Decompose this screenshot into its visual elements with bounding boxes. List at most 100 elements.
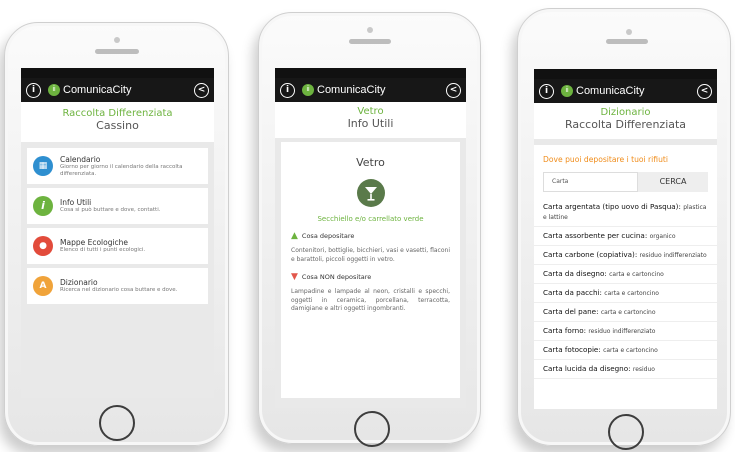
earpiece-speaker	[606, 39, 648, 44]
menu-item-mappe-ecologiche[interactable]: ● Mappe Ecologiche Elenco di tutti i pun…	[27, 228, 208, 264]
back-button[interactable]: <	[697, 83, 712, 99]
ok-text: Contenitori, bottiglie, bicchieri, vasi …	[291, 247, 450, 263]
earpiece-speaker	[349, 39, 391, 44]
list-item[interactable]: Carta carbone (copiativa): residuo indif…	[534, 246, 717, 265]
back-button[interactable]: <	[446, 82, 461, 98]
search-input[interactable]: Carta	[543, 172, 638, 192]
menu-item-info-utili[interactable]: i Info Utili Cosa si può buttare e dove,…	[27, 188, 208, 224]
page-header: Raccolta Differenziata Cassino	[21, 102, 214, 142]
definition: carta e cartoncino	[600, 309, 656, 316]
list-item[interactable]: Carta del pane: carta e cartoncino	[534, 303, 717, 322]
term: Carta argentata (tipo uovo di Pasqua):	[543, 202, 681, 211]
screen-dizionario: i ii ComunicaCity < Dizionario Raccolta …	[534, 69, 717, 409]
term: Carta lucida da disegno:	[543, 364, 631, 373]
home-button[interactable]	[354, 411, 390, 447]
page-header: Dizionario Raccolta Differenziata	[534, 103, 717, 145]
menu-item-desc: Ricerca nel dizionario cosa buttare e do…	[60, 287, 178, 293]
app-bar: i ii ComunicaCity <	[21, 78, 214, 102]
search-row: Carta CERCA	[543, 172, 708, 192]
info-icon: i	[33, 196, 53, 216]
no-row: ▼ Cosa NON depositare	[291, 272, 450, 282]
menu-item-calendario[interactable]: ▦ Calendario Giorno per giorno il calend…	[27, 148, 208, 184]
app-brand: ii ComunicaCity	[48, 84, 131, 96]
term: Carta fotocopie:	[543, 345, 601, 354]
glass-icon	[356, 179, 385, 207]
screen-vetro: i ii ComunicaCity < Vetro Info Utili Vet…	[275, 68, 466, 408]
definition: residuo indifferenziato	[639, 252, 707, 259]
calendar-icon: ▦	[33, 156, 53, 176]
list-item[interactable]: Carta assorbente per cucina: organico	[534, 227, 717, 246]
brand-name: ComunicaCity	[576, 85, 645, 97]
section-title: Vetro	[356, 156, 385, 169]
thumbs-down-icon: ▼	[291, 272, 298, 282]
definition: organico	[649, 233, 676, 240]
app-bar: i ii ComunicaCity <	[275, 78, 466, 102]
menu-item-desc: Elenco di tutti i punti ecologici.	[60, 247, 146, 253]
app-brand: ii ComunicaCity	[302, 84, 385, 96]
main-menu: ▦ Calendario Giorno per giorno il calend…	[21, 142, 214, 304]
back-button[interactable]: <	[194, 82, 209, 98]
front-camera	[114, 37, 120, 43]
no-text: Lampadine e lampade al neon, cristalli e…	[291, 288, 450, 312]
thumbs-up-icon: ▲	[291, 231, 298, 241]
brand-name: ComunicaCity	[317, 84, 386, 96]
list-item[interactable]: Carta forno: residuo indifferenziato	[534, 322, 717, 341]
app-bar: i ii ComunicaCity <	[534, 79, 717, 103]
list-item[interactable]: Carta lucida da disegno: residuo	[534, 360, 717, 379]
no-label: Cosa NON depositare	[301, 273, 372, 281]
term: Carta forno:	[543, 326, 587, 335]
page-subtitle: Raccolta Differenziata	[564, 118, 687, 131]
page-subtitle: Cassino	[96, 119, 139, 132]
front-camera	[626, 29, 632, 35]
definition: carta e cartoncino	[609, 271, 664, 278]
definition: residuo	[632, 366, 655, 373]
status-bar	[21, 68, 214, 78]
term: Carta carbone (copiativa):	[543, 250, 638, 259]
ok-label: Cosa depositare	[301, 232, 355, 240]
info-card: Vetro Secchiello e/o carrellato verde ▲ …	[281, 142, 460, 398]
search-button[interactable]: CERCA	[638, 172, 708, 192]
home-button[interactable]	[608, 414, 644, 450]
phone-vetro: i ii ComunicaCity < Vetro Info Utili Vet…	[258, 12, 481, 447]
earpiece-speaker	[95, 49, 139, 54]
ok-row: ▲ Cosa depositare	[291, 231, 450, 241]
definition: carta e cartoncino	[604, 290, 659, 297]
dictionary-icon: A	[33, 276, 53, 296]
term: Carta da pacchi:	[543, 288, 602, 297]
page-subtitle: Info Utili	[347, 117, 394, 130]
definition: carta e cartoncino	[603, 347, 658, 354]
menu-item-title: Calendario	[60, 154, 101, 164]
page-header: Vetro Info Utili	[275, 102, 466, 138]
term: Carta del pane:	[543, 307, 599, 316]
search-heading: Dove puoi depositare i tuoi rifiuti	[543, 155, 668, 164]
status-bar	[534, 69, 717, 79]
info-menu-button[interactable]: i	[280, 82, 295, 98]
menu-item-title: Info Utili	[60, 198, 92, 207]
map-pin-icon: ●	[33, 236, 53, 256]
menu-item-desc: Cosa si può buttare e dove, contatti.	[60, 207, 161, 213]
brand-name: ComunicaCity	[63, 84, 132, 96]
logo-icon: ii	[48, 84, 60, 96]
menu-item-title: Mappe Ecologiche	[60, 238, 129, 247]
list-item[interactable]: Carta da pacchi: carta e cartoncino	[534, 284, 717, 303]
screen-home: i ii ComunicaCity < Raccolta Differenzia…	[21, 68, 214, 398]
info-menu-button[interactable]: i	[26, 82, 41, 98]
status-bar	[275, 68, 466, 78]
phone-home: i ii ComunicaCity < Raccolta Differenzia…	[4, 22, 229, 446]
definition: residuo indifferenziato	[588, 328, 656, 335]
front-camera	[367, 27, 373, 33]
term: Carta da disegno:	[543, 269, 607, 278]
home-button[interactable]	[99, 405, 135, 441]
page-title: Raccolta Differenziata	[62, 108, 173, 119]
logo-icon: ii	[302, 84, 314, 96]
menu-item-desc: Giorno per giorno il calendario della ra…	[60, 163, 183, 177]
page-title: Vetro	[357, 106, 384, 117]
term: Carta assorbente per cucina:	[543, 231, 648, 240]
info-menu-button[interactable]: i	[539, 83, 554, 99]
menu-item-dizionario[interactable]: A Dizionario Ricerca nel dizionario cosa…	[27, 268, 208, 304]
dictionary-list: Carta argentata (tipo uovo di Pasqua): p…	[534, 198, 717, 379]
list-item[interactable]: Carta argentata (tipo uovo di Pasqua): p…	[534, 198, 717, 227]
list-item[interactable]: Carta fotocopie: carta e cartoncino	[534, 341, 717, 360]
list-item[interactable]: Carta da disegno: carta e cartoncino	[534, 265, 717, 284]
logo-icon: ii	[561, 85, 573, 97]
